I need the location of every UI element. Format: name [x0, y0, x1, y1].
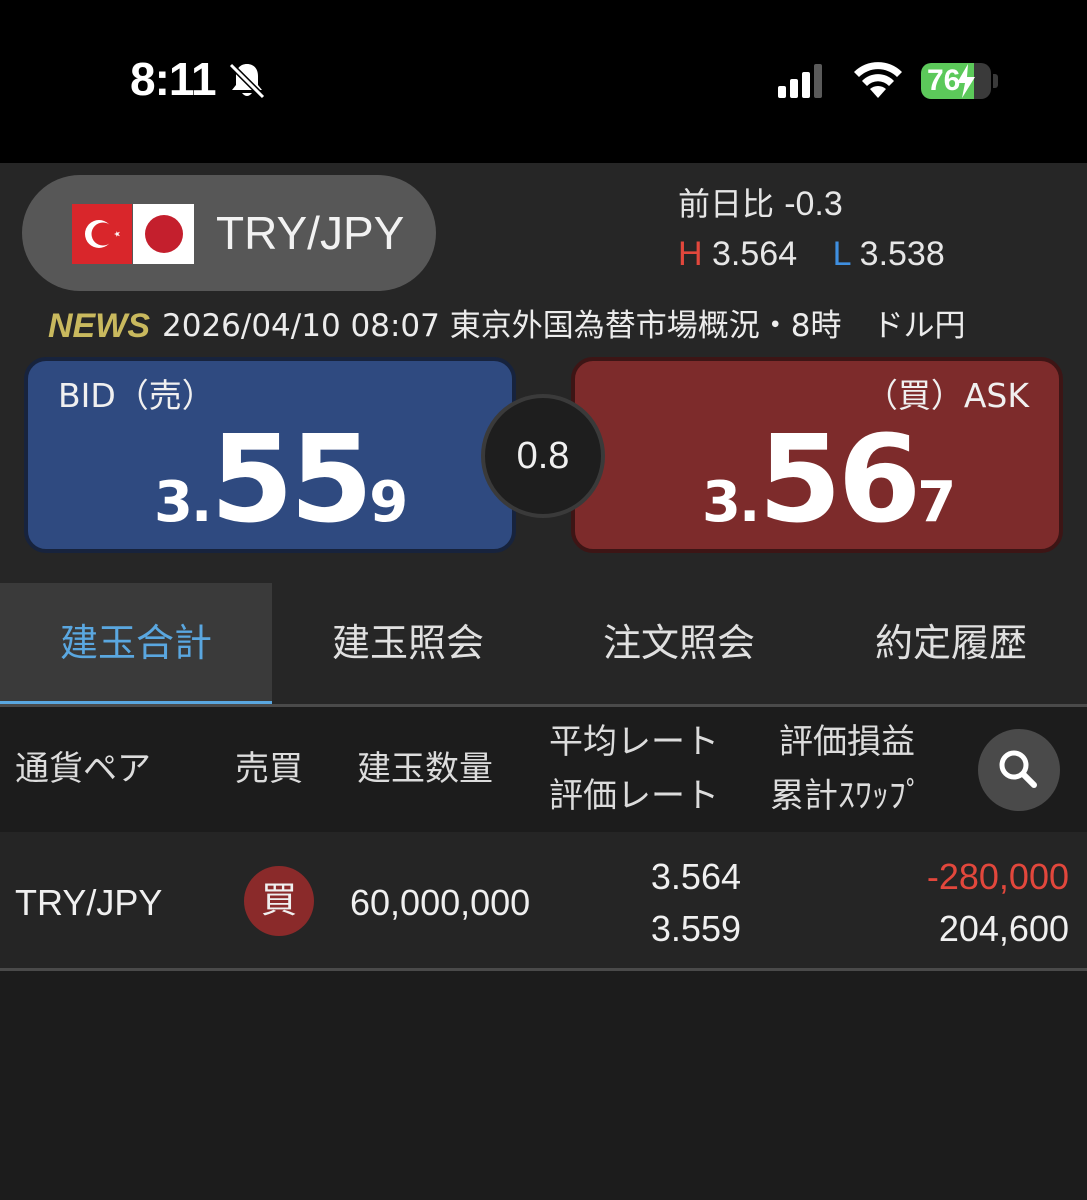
ask-price: 3.567	[702, 421, 956, 541]
row-quantity: 60,000,000	[350, 882, 531, 923]
daily-change: 前日比 -0.3	[678, 179, 843, 225]
high-low: H 3.564 L 3.538	[678, 235, 945, 274]
bid-label: BID（売）	[58, 376, 215, 415]
search-button[interactable]	[978, 729, 1060, 811]
battery-charging-icon	[957, 64, 975, 98]
ask-label: （買）ASK	[864, 376, 1029, 415]
low-value: 3.538	[859, 235, 945, 273]
row-divider	[0, 968, 1087, 971]
daily-change-value: -0.3	[784, 185, 843, 223]
row-swap: 204,600	[938, 908, 1069, 949]
ask-price-last: 7	[917, 470, 957, 535]
table-header	[0, 707, 1087, 832]
bid-price: 3.559	[154, 421, 408, 541]
bid-button[interactable]: BID（売） 3.559	[24, 357, 516, 553]
tab-order-inquiry[interactable]: 注文照会	[543, 583, 815, 707]
cellular-signal-icon	[778, 64, 822, 98]
status-time: 8:11	[130, 53, 217, 105]
daily-change-label: 前日比	[678, 185, 775, 223]
high-value: 3.564	[712, 235, 798, 273]
spread-indicator: 0.8	[481, 394, 605, 518]
status-bar: 8:11 76	[0, 0, 1087, 163]
row-eval-rate: 3.559	[650, 908, 741, 949]
currency-pair-selector[interactable]: TRY/JPY	[22, 175, 436, 291]
ask-button[interactable]: （買）ASK 3.567	[571, 357, 1063, 553]
column-header-eval-rate: 評価レート	[549, 776, 719, 816]
japan-flag-icon	[133, 204, 194, 264]
bell-slash-icon	[228, 62, 266, 100]
bid-price-last: 9	[369, 470, 409, 535]
tab-position-inquiry[interactable]: 建玉照会	[272, 583, 544, 707]
column-header-pnl: 評価損益	[779, 722, 915, 762]
low-label: L	[832, 235, 851, 273]
news-ticker[interactable]: NEWS 2026/04/10 08:07 東京外国為替市場概況・8時 ドル円	[48, 306, 1087, 350]
column-header-swap: 累計ｽﾜｯﾌﾟ	[770, 776, 923, 816]
row-pair: TRY/JPY	[15, 882, 163, 923]
turkey-flag-icon	[72, 204, 132, 264]
battery-tip	[993, 74, 998, 88]
currency-pair-label: TRY/JPY	[216, 207, 405, 259]
column-header-side: 売買	[235, 749, 303, 789]
column-header-avg-rate: 平均レート	[549, 722, 719, 762]
row-avg-rate: 3.564	[650, 856, 741, 897]
table-row[interactable]	[0, 832, 1087, 970]
row-side-badge: 買	[244, 866, 314, 936]
ask-price-prefix: 3.	[702, 470, 760, 535]
bid-price-big: 55	[210, 411, 373, 550]
row-pnl: -280,000	[926, 856, 1069, 897]
high-label: H	[678, 235, 703, 273]
tab-execution-history[interactable]: 約定履歴	[815, 583, 1087, 707]
news-tag: NEWS	[48, 307, 150, 345]
ask-price-big: 56	[758, 411, 921, 550]
column-header-quantity: 建玉数量	[357, 749, 493, 789]
news-headline: 2026/04/10 08:07 東京外国為替市場概況・8時 ドル円	[162, 308, 966, 344]
wifi-icon	[854, 62, 902, 98]
tab-position-summary[interactable]: 建玉合計	[0, 583, 272, 707]
quote-header: TRY/JPY 前日比 -0.3 H 3.564 L 3.538 NEWS 202…	[0, 163, 1087, 583]
column-header-pair: 通貨ペア	[15, 749, 151, 789]
search-icon	[999, 750, 1037, 788]
tab-bar: 建玉合計 建玉照会 注文照会 約定履歴	[0, 583, 1087, 707]
bid-price-prefix: 3.	[154, 470, 212, 535]
